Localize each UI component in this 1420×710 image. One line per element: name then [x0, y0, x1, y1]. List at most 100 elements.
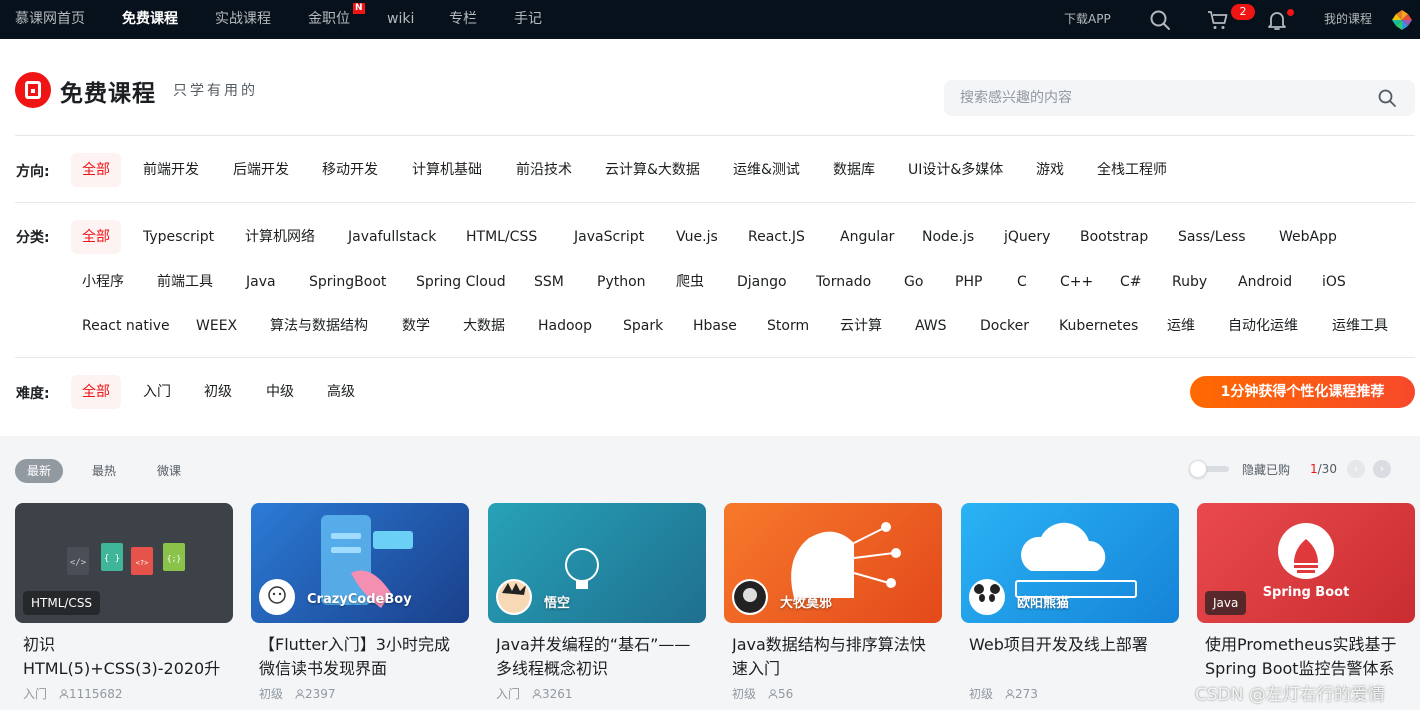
- category-algorithms[interactable]: 算法与数据结构: [270, 309, 368, 343]
- difficulty-all[interactable]: 全部: [71, 375, 121, 409]
- category-react[interactable]: React.JS: [748, 220, 805, 254]
- prev-page-icon[interactable]: ‹: [1347, 460, 1365, 478]
- category-docker[interactable]: Docker: [980, 309, 1029, 343]
- course-thumbnail[interactable]: Spring Boot Java: [1197, 503, 1415, 623]
- category-html-css[interactable]: HTML/CSS: [466, 220, 537, 254]
- course-title[interactable]: 使用Prometheus实践基于Spring Boot监控告警体系: [1205, 633, 1411, 681]
- course-card[interactable]: 悟空 Java并发编程的“基石”——多线程概念初识 入门 3261: [488, 503, 706, 710]
- course-thumbnail[interactable]: </> { } <?> {;} HTML/CSS: [15, 503, 233, 623]
- user-avatar[interactable]: [1390, 8, 1414, 32]
- category-c[interactable]: C: [1017, 265, 1027, 299]
- direction-frontend[interactable]: 前端开发: [143, 153, 199, 187]
- category-django[interactable]: Django: [737, 265, 787, 299]
- category-webapp[interactable]: WebApp: [1279, 220, 1337, 254]
- category-frontend-tools[interactable]: 前端工具: [157, 265, 213, 299]
- course-card[interactable]: CrazyCodeBoy 【Flutter入门】3小时完成微信读书发现界面 初级…: [251, 503, 469, 710]
- search-icon[interactable]: [1148, 8, 1172, 32]
- category-springcloud[interactable]: Spring Cloud: [416, 265, 506, 299]
- sort-hottest[interactable]: 最热: [80, 459, 128, 483]
- course-title[interactable]: Web项目开发及线上部署: [969, 633, 1175, 681]
- nav-practical-courses[interactable]: 实战课程: [215, 0, 271, 39]
- category-php[interactable]: PHP: [955, 265, 982, 299]
- course-thumbnail[interactable]: 大牧莫邪: [724, 503, 942, 623]
- category-hbase[interactable]: Hbase: [693, 309, 737, 343]
- category-automation-ops[interactable]: 自动化运维: [1228, 309, 1298, 343]
- difficulty-intro[interactable]: 入门: [143, 375, 171, 409]
- course-card[interactable]: </> { } <?> {;} HTML/CSS 初识HTML(5)+CSS(3…: [15, 503, 233, 710]
- category-ops[interactable]: 运维: [1167, 309, 1195, 343]
- difficulty-intermediate[interactable]: 中级: [266, 375, 294, 409]
- search-input[interactable]: [944, 80, 1364, 116]
- course-thumbnail[interactable]: 悟空: [488, 503, 706, 623]
- category-bootstrap[interactable]: Bootstrap: [1080, 220, 1148, 254]
- category-ops-tools[interactable]: 运维工具: [1332, 309, 1388, 343]
- category-cpp[interactable]: C++: [1060, 265, 1093, 299]
- category-all[interactable]: 全部: [71, 220, 121, 254]
- direction-backend[interactable]: 后端开发: [233, 153, 289, 187]
- nav-wiki[interactable]: wiki: [387, 0, 414, 39]
- category-miniprogram[interactable]: 小程序: [82, 265, 124, 299]
- sort-micro[interactable]: 微课: [145, 459, 193, 483]
- category-angular[interactable]: Angular: [840, 220, 894, 254]
- course-thumbnail[interactable]: CrazyCodeBoy: [251, 503, 469, 623]
- bell-icon[interactable]: [1265, 8, 1289, 32]
- sort-newest[interactable]: 最新: [15, 459, 64, 483]
- course-title[interactable]: Java并发编程的“基石”——多线程概念初识: [496, 633, 702, 681]
- direction-all[interactable]: 全部: [71, 153, 121, 187]
- nav-notes[interactable]: 手记: [514, 0, 542, 39]
- nav-home[interactable]: 慕课网首页: [15, 0, 85, 39]
- course-thumbnail[interactable]: 欧阳熊猫: [961, 503, 1179, 623]
- category-tornado[interactable]: Tornado: [816, 265, 871, 299]
- category-spark[interactable]: Spark: [623, 309, 663, 343]
- category-javafullstack[interactable]: Javafullstack: [348, 220, 436, 254]
- cart-icon[interactable]: [1206, 8, 1230, 32]
- category-cloud[interactable]: 云计算: [840, 309, 882, 343]
- category-aws[interactable]: AWS: [915, 309, 947, 343]
- course-card[interactable]: 大牧莫邪 Java数据结构与排序算法快速入门 初级 56: [724, 503, 942, 710]
- category-jquery[interactable]: jQuery: [1004, 220, 1050, 254]
- direction-ops-test[interactable]: 运维&测试: [733, 153, 800, 187]
- category-network[interactable]: 计算机网络: [245, 220, 315, 254]
- category-math[interactable]: 数学: [402, 309, 430, 343]
- difficulty-advanced[interactable]: 高级: [327, 375, 355, 409]
- category-storm[interactable]: Storm: [767, 309, 809, 343]
- category-csharp[interactable]: C#: [1120, 265, 1142, 299]
- next-page-icon[interactable]: ›: [1373, 460, 1391, 478]
- search-icon[interactable]: [1377, 88, 1397, 108]
- direction-cloud-bigdata[interactable]: 云计算&大数据: [605, 153, 700, 187]
- category-react-native[interactable]: React native: [82, 309, 170, 343]
- category-vue[interactable]: Vue.js: [676, 220, 718, 254]
- category-android[interactable]: Android: [1238, 265, 1292, 299]
- nav-free-courses[interactable]: 免费课程: [122, 0, 178, 39]
- category-hadoop[interactable]: Hadoop: [538, 309, 592, 343]
- category-javascript[interactable]: JavaScript: [574, 220, 644, 254]
- nav-column[interactable]: 专栏: [449, 0, 477, 39]
- category-bigdata[interactable]: 大数据: [463, 309, 505, 343]
- difficulty-beginner[interactable]: 初级: [204, 375, 232, 409]
- recommend-button[interactable]: 1分钟获得个性化课程推荐: [1190, 376, 1415, 408]
- category-springboot[interactable]: SpringBoot: [309, 265, 386, 299]
- course-card[interactable]: 欧阳熊猫 Web项目开发及线上部署 初级 273: [961, 503, 1179, 710]
- direction-cs-basics[interactable]: 计算机基础: [412, 153, 482, 187]
- category-ruby[interactable]: Ruby: [1172, 265, 1207, 299]
- download-app-link[interactable]: 下载APP: [1064, 0, 1111, 39]
- course-title[interactable]: Java数据结构与排序算法快速入门: [732, 633, 938, 681]
- direction-ui-media[interactable]: UI设计&多媒体: [908, 153, 1003, 187]
- hide-purchased-toggle[interactable]: [1189, 460, 1231, 478]
- nav-jobs[interactable]: 金职位: [308, 0, 350, 39]
- direction-database[interactable]: 数据库: [833, 153, 875, 187]
- category-ssm[interactable]: SSM: [534, 265, 564, 299]
- category-java[interactable]: Java: [246, 265, 276, 299]
- category-typescript[interactable]: Typescript: [143, 220, 214, 254]
- category-weex[interactable]: WEEX: [196, 309, 237, 343]
- course-title[interactable]: 【Flutter入门】3小时完成微信读书发现界面: [259, 633, 465, 681]
- category-sass-less[interactable]: Sass/Less: [1178, 220, 1246, 254]
- direction-fullstack[interactable]: 全栈工程师: [1097, 153, 1167, 187]
- category-go[interactable]: Go: [904, 265, 923, 299]
- course-title[interactable]: 初识HTML(5)+CSS(3)-2020升级版: [23, 633, 229, 681]
- direction-mobile[interactable]: 移动开发: [322, 153, 378, 187]
- direction-frontier[interactable]: 前沿技术: [516, 153, 572, 187]
- category-crawler[interactable]: 爬虫: [676, 265, 704, 299]
- category-ios[interactable]: iOS: [1322, 265, 1346, 299]
- category-kubernetes[interactable]: Kubernetes: [1059, 309, 1138, 343]
